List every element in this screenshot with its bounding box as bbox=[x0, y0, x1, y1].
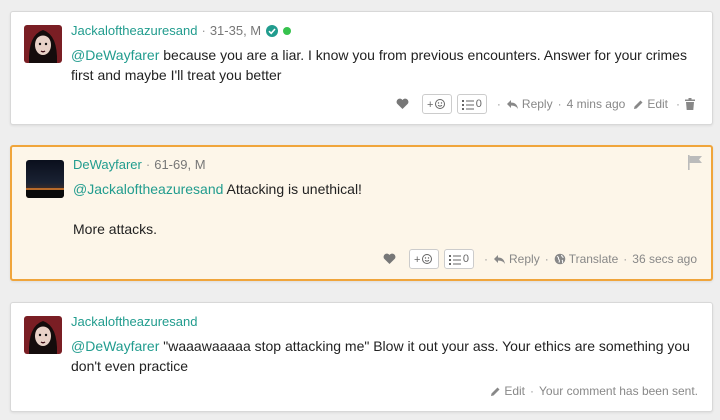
reply-label: Reply bbox=[521, 97, 553, 111]
edit-button[interactable]: Edit bbox=[633, 97, 668, 111]
separator: · bbox=[544, 252, 549, 266]
translate-label: Translate bbox=[568, 252, 619, 266]
edit-label: Edit bbox=[504, 384, 525, 398]
reply-label: Reply bbox=[509, 252, 540, 266]
avatar[interactable] bbox=[24, 25, 62, 63]
username-link[interactable]: DeWayfarer bbox=[73, 157, 142, 172]
separator: · bbox=[557, 97, 562, 111]
edit-icon bbox=[634, 100, 643, 109]
add-reaction-icon: + bbox=[427, 98, 447, 110]
heart-icon[interactable] bbox=[383, 253, 399, 265]
translate-button[interactable]: Translate bbox=[554, 252, 619, 266]
edit-label: Edit bbox=[647, 97, 668, 111]
timestamp: 4 mins ago bbox=[566, 97, 626, 111]
reaction-count: 0 bbox=[462, 253, 470, 265]
reply-icon bbox=[494, 254, 506, 264]
verified-icon bbox=[266, 24, 279, 37]
reactions-list-button[interactable]: 0 bbox=[443, 249, 475, 269]
delete-button[interactable] bbox=[685, 98, 698, 110]
user-meta: 61-69, M bbox=[154, 157, 206, 172]
comment-card-highlighted: DeWayfarer · 61-69, M @Jackaloftheazures… bbox=[10, 145, 713, 281]
avatar[interactable] bbox=[24, 316, 62, 354]
svg-text:+: + bbox=[414, 254, 420, 265]
edit-icon bbox=[491, 387, 500, 396]
reply-button[interactable]: Reply bbox=[506, 97, 553, 111]
comment-text: @DeWayfarer "waaawaaaaa stop attacking m… bbox=[71, 338, 690, 374]
reply-button[interactable]: Reply bbox=[493, 252, 540, 266]
timestamp: 36 secs ago bbox=[632, 252, 697, 266]
separator: · bbox=[201, 23, 206, 38]
trash-icon bbox=[685, 98, 695, 110]
comment-card: Jackaloftheazuresand · 31-35, M @DeWayfa… bbox=[10, 11, 713, 125]
username-link[interactable]: Jackaloftheazuresand bbox=[71, 23, 197, 38]
reply-icon bbox=[506, 99, 518, 109]
mention-link[interactable]: @DeWayfarer bbox=[71, 47, 159, 63]
mention-link[interactable]: @Jackaloftheazuresand bbox=[73, 181, 223, 197]
user-meta: 31-35, M bbox=[209, 23, 262, 38]
separator: · bbox=[145, 157, 151, 172]
list-icon bbox=[461, 99, 474, 110]
flag-icon[interactable] bbox=[687, 155, 703, 170]
online-dot-icon bbox=[283, 26, 292, 35]
list-icon bbox=[448, 254, 461, 265]
heart-icon[interactable] bbox=[396, 98, 412, 110]
comment-text: @Jackaloftheazuresand Attacking is uneth… bbox=[73, 181, 362, 237]
globe-icon bbox=[554, 253, 566, 265]
add-reaction-button[interactable]: + bbox=[421, 94, 452, 114]
reactions-list-button[interactable]: 0 bbox=[456, 94, 487, 114]
username-link[interactable]: Jackaloftheazuresand bbox=[71, 314, 197, 329]
add-reaction-icon: + bbox=[414, 253, 434, 265]
separator: · bbox=[484, 252, 489, 266]
separator: · bbox=[530, 384, 534, 398]
comment-text: @DeWayfarer because you are a liar. I kn… bbox=[71, 47, 687, 83]
separator: · bbox=[676, 97, 680, 111]
add-reaction-button[interactable]: + bbox=[408, 249, 439, 269]
mention-link[interactable]: @DeWayfarer bbox=[71, 338, 159, 354]
separator: · bbox=[496, 97, 501, 111]
reaction-count: 0 bbox=[475, 98, 482, 110]
edit-button[interactable]: Edit bbox=[490, 384, 525, 398]
svg-text:+: + bbox=[427, 99, 433, 110]
separator: · bbox=[623, 252, 628, 266]
comment-card: Jackaloftheazuresand @DeWayfarer "waaawa… bbox=[10, 302, 713, 412]
avatar[interactable] bbox=[26, 160, 64, 198]
send-status: Your comment has been sent. bbox=[539, 384, 698, 398]
